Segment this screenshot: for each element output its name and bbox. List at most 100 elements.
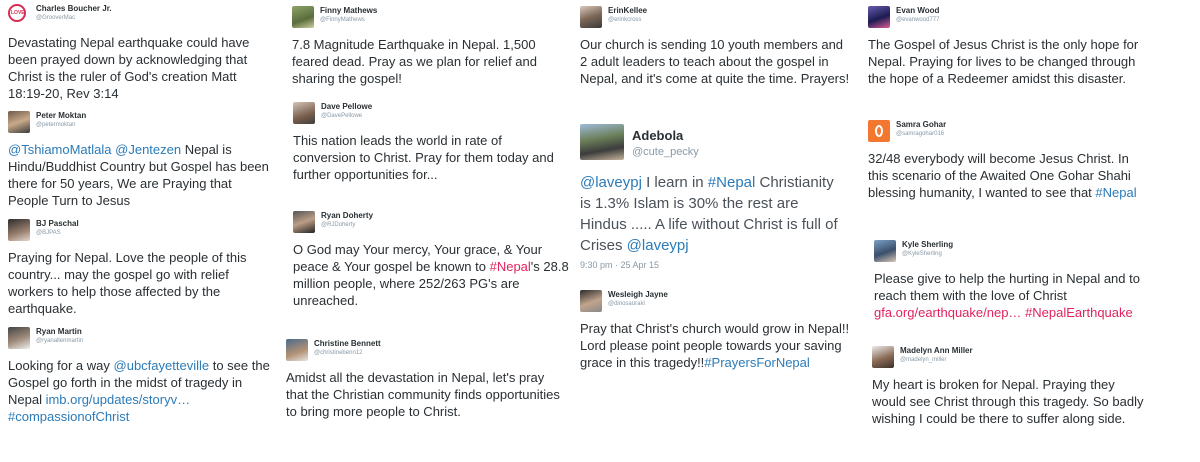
author-name[interactable]: Christine Bennett (314, 339, 381, 348)
author-handle[interactable]: @BJPAS (36, 230, 61, 236)
author-name[interactable]: Peter Moktan (36, 111, 86, 120)
tweet-text: @TshiamoMatlala @Jentezen Nepal is Hindu… (8, 141, 270, 209)
tweet-card[interactable]: Ryan Doherty @RJDoherty O God may Your m… (293, 211, 573, 309)
author-handle[interactable]: @KyleSherling (902, 251, 942, 257)
tweet-card[interactable]: Madelyn Ann Miller @madelyn_miller My he… (872, 346, 1148, 427)
tweet-link[interactable]: @laveypj (627, 237, 689, 254)
tweet-text-segment: Please give to help the hurting in Nepal… (874, 271, 1140, 303)
user-photo-icon[interactable] (580, 290, 602, 312)
author-handle[interactable]: @DavePellowe (321, 113, 362, 119)
tweet-card[interactable]: Adebola @cute_pecky @laveypj I learn in … (580, 124, 842, 270)
tweet-text-segment: Amidst all the devastation in Nepal, let… (286, 370, 560, 419)
author-name[interactable]: Samra Gohar (896, 120, 946, 129)
author-handle[interactable]: @GrooverMac (36, 15, 75, 21)
tweet-hashtag[interactable]: #NepalEarthquake (1025, 305, 1133, 320)
author-handle[interactable]: @cute_pecky (632, 146, 699, 158)
user-photo-icon[interactable] (872, 346, 894, 368)
tweet-text: @laveypj I learn in #Nepal Christianity … (580, 172, 842, 256)
tweet-link[interactable]: @Jentezen (115, 142, 181, 157)
tweet-text: Looking for a way @ubcfayetteville to se… (8, 357, 270, 425)
author-name[interactable]: Adebola (632, 128, 683, 143)
tweet-hashtag[interactable]: #Nepal (490, 259, 531, 274)
tweet-hashtag[interactable]: gfa.org/earthquake/nep… (874, 305, 1021, 320)
author-handle[interactable]: @evanwood777 (896, 17, 939, 23)
user-photo-icon[interactable] (286, 339, 308, 361)
tweet-card[interactable]: ErinKellee @erinkcross Our church is sen… (580, 6, 850, 87)
tweet-text-segment: Our church is sending 10 youth members a… (580, 37, 850, 86)
tweet-card[interactable]: Samra Gohar @samragohar016 32/48 everybo… (868, 120, 1140, 201)
tweet-text: My heart is broken for Nepal. Praying th… (872, 376, 1148, 427)
tweet-text: Devastating Nepal earthquake could have … (8, 34, 270, 102)
orange-logo-icon[interactable] (868, 120, 890, 142)
tweet-text-segment: Looking for a way (8, 358, 114, 373)
tweet-text: Please give to help the hurting in Nepal… (874, 270, 1150, 321)
tweet-link[interactable]: @laveypj (580, 174, 642, 191)
tweet-text: O God may Your mercy, Your grace, & Your… (293, 241, 573, 309)
tweet-card[interactable]: Peter Moktan @petermoktan @TshiamoMatlal… (8, 111, 270, 209)
tweet-text-segment: 7.8 Magnitude Earthquake in Nepal. 1,500… (292, 37, 537, 86)
tweet-text-segment: Praying for Nepal. Love the people of th… (8, 250, 247, 316)
author-handle[interactable]: @petermoktan (36, 122, 75, 128)
user-photo-icon[interactable] (874, 240, 896, 262)
author-handle[interactable]: @samragohar016 (896, 131, 944, 137)
tweet-link[interactable]: @TshiamoMatlala (8, 142, 112, 157)
tweet-link[interactable]: #Nepal (708, 174, 756, 191)
tweet-card[interactable]: Ryan Martin @ryanallenmartin Looking for… (8, 327, 270, 425)
tweet-card[interactable]: Finny Mathews @FinnyMathews 7.8 Magnitud… (292, 6, 562, 87)
author-name[interactable]: Evan Wood (896, 6, 939, 15)
tweet-text: Amidst all the devastation in Nepal, let… (286, 369, 562, 420)
user-photo-icon[interactable] (8, 111, 30, 133)
tweet-text-segment: This nation leads the world in rate of c… (293, 133, 554, 182)
author-handle[interactable]: @christinebenn12 (314, 350, 362, 356)
tweet-link[interactable]: @ubcfayetteville (114, 358, 210, 373)
user-photo-icon[interactable] (293, 211, 315, 233)
author-name[interactable]: BJ Paschal (36, 219, 79, 228)
author-handle[interactable]: @madelyn_miller (900, 357, 946, 363)
tweet-card[interactable]: Dave Pellowe @DavePellowe This nation le… (293, 102, 563, 183)
author-name[interactable]: Charles Boucher Jr. (36, 4, 112, 13)
author-name[interactable]: Dave Pellowe (321, 102, 372, 111)
author-handle[interactable]: @RJDoherty (321, 222, 355, 228)
tweet-card[interactable]: Wesleigh Jayne @dinosaurakl Pray that Ch… (580, 290, 850, 371)
tweet-text-segment: Devastating Nepal earthquake could have … (8, 35, 250, 101)
author-handle[interactable]: @dinosaurakl (608, 301, 645, 307)
user-photo-icon[interactable] (580, 124, 624, 160)
author-name[interactable]: Wesleigh Jayne (608, 290, 668, 299)
author-name[interactable]: Madelyn Ann Miller (900, 346, 973, 355)
tweet-text: 32/48 everybody will become Jesus Christ… (868, 150, 1140, 201)
tweet-text-segment: 32/48 everybody will become Jesus Christ… (868, 151, 1131, 200)
love-logo-icon[interactable] (8, 4, 26, 22)
user-photo-icon[interactable] (8, 219, 30, 241)
tweet-link[interactable]: #compassionofChrist (8, 409, 129, 424)
author-handle[interactable]: @FinnyMathews (320, 17, 365, 23)
author-handle[interactable]: @ryanallenmartin (36, 338, 83, 344)
user-photo-icon[interactable] (868, 6, 890, 28)
user-photo-icon[interactable] (292, 6, 314, 28)
tweet-card[interactable]: Evan Wood @evanwood777 The Gospel of Jes… (868, 6, 1140, 87)
author-name[interactable]: Ryan Doherty (321, 211, 373, 220)
author-name[interactable]: Kyle Sherling (902, 240, 953, 249)
user-photo-icon[interactable] (293, 102, 315, 124)
user-photo-icon[interactable] (580, 6, 602, 28)
author-handle[interactable]: @erinkcross (608, 17, 641, 23)
tweet-link[interactable]: #Nepal (1095, 185, 1136, 200)
tweet-text: Praying for Nepal. Love the people of th… (8, 249, 270, 317)
tweet-card[interactable]: Kyle Sherling @KyleSherling Please give … (874, 240, 1150, 321)
tweet-card[interactable]: BJ Paschal @BJPAS Praying for Nepal. Lov… (8, 219, 270, 317)
author-name[interactable]: ErinKellee (608, 6, 647, 15)
tweet-card[interactable]: Charles Boucher Jr. @GrooverMac Devastat… (8, 4, 270, 102)
tweet-text: This nation leads the world in rate of c… (293, 132, 563, 183)
tweet-text: The Gospel of Jesus Christ is the only h… (868, 36, 1140, 87)
tweet-card[interactable]: Christine Bennett @christinebenn12 Amids… (286, 339, 562, 420)
tweet-text: Our church is sending 10 youth members a… (580, 36, 850, 87)
tweet-text-segment: The Gospel of Jesus Christ is the only h… (868, 37, 1139, 86)
tweet-link[interactable]: #PrayersForNepal (704, 355, 810, 370)
tweet-link[interactable]: imb.org/updates/storyv… (46, 392, 191, 407)
author-name[interactable]: Finny Mathews (320, 6, 377, 15)
author-name[interactable]: Ryan Martin (36, 327, 82, 336)
user-photo-icon[interactable] (8, 327, 30, 349)
tweet-text-segment: I learn in (641, 174, 708, 191)
tweet-text: 7.8 Magnitude Earthquake in Nepal. 1,500… (292, 36, 562, 87)
tweet-text-segment: My heart is broken for Nepal. Praying th… (872, 377, 1144, 426)
tweet-timestamp[interactable]: 9:30 pm · 25 Apr 15 (580, 260, 842, 270)
